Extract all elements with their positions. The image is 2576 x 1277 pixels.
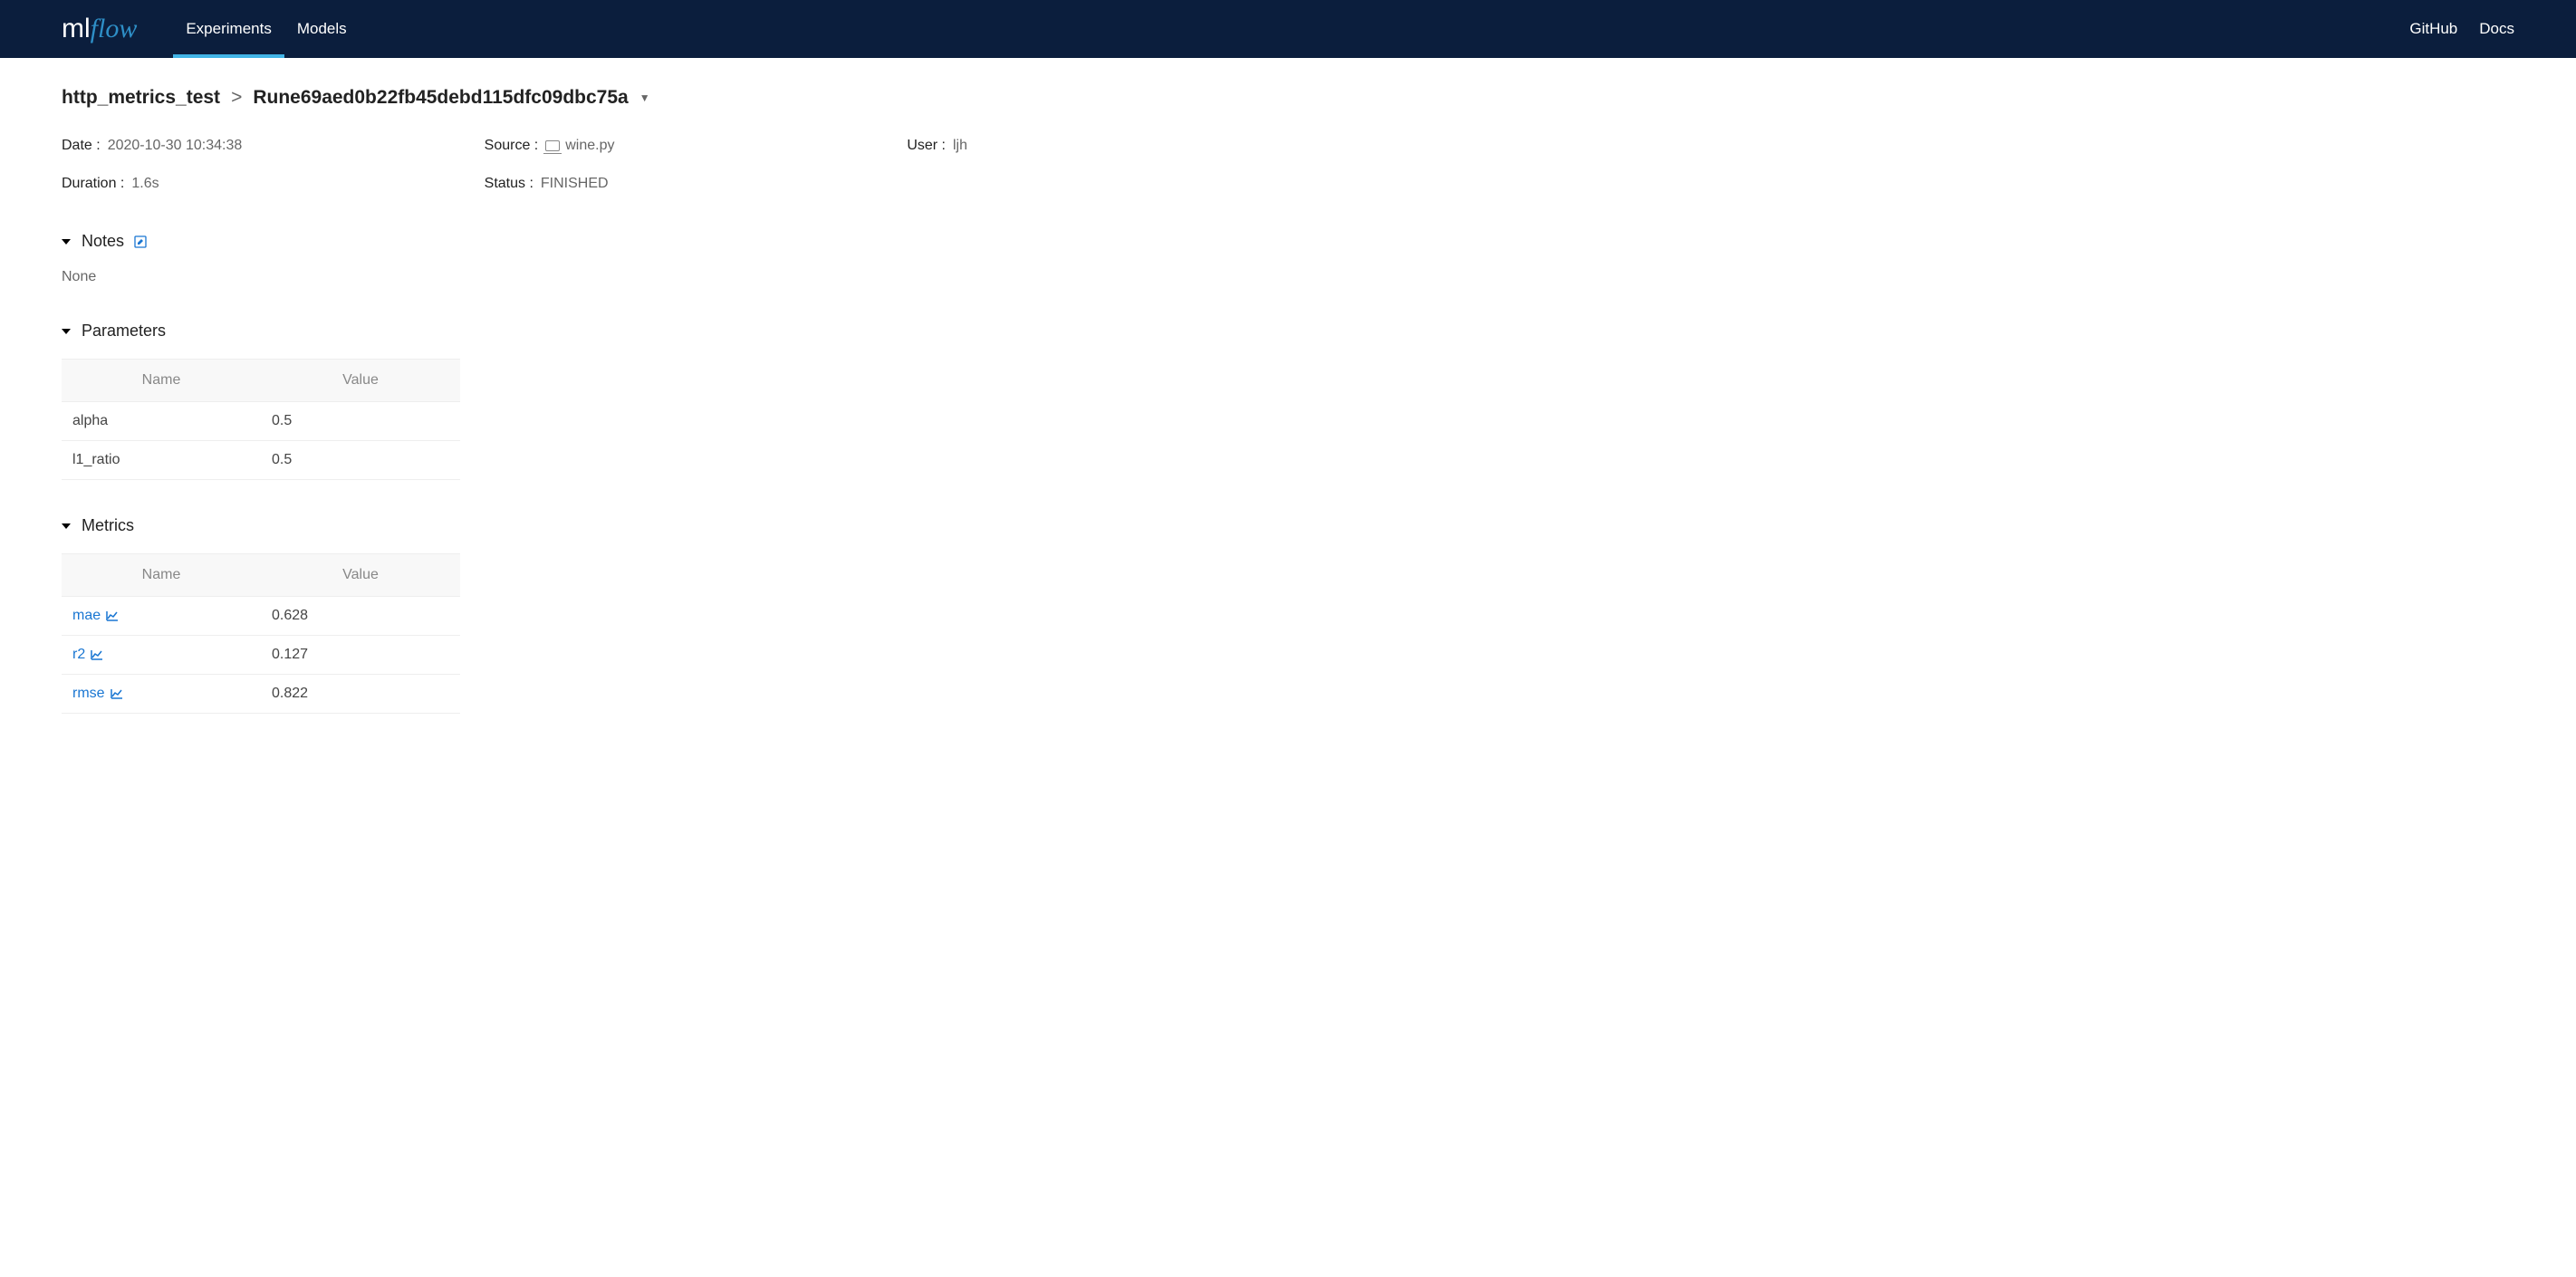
notes-content: None — [62, 269, 2514, 285]
logo-flow: flow — [91, 14, 138, 44]
meta-status-label: Status : — [485, 176, 533, 192]
nav-github[interactable]: GitHub — [2409, 20, 2457, 38]
meta-user-value: ljh — [953, 138, 967, 154]
meta-status: Status : FINISHED — [485, 176, 908, 192]
metric-link[interactable]: rmse — [72, 686, 123, 702]
metric-value: 0.127 — [261, 636, 460, 675]
metrics-value-header: Value — [261, 554, 460, 597]
metric-link[interactable]: mae — [72, 608, 119, 624]
notes-header[interactable]: Notes — [62, 232, 2514, 251]
meta-source-label: Source : — [485, 138, 539, 154]
meta-duration-label: Duration : — [62, 176, 124, 192]
caret-down-icon — [62, 239, 71, 245]
metrics-header[interactable]: Metrics — [62, 516, 2514, 535]
breadcrumb-experiment[interactable]: http_metrics_test — [62, 87, 220, 109]
meta-source: Source : wine.py — [485, 138, 908, 154]
metric-name: r2 — [72, 647, 85, 663]
params-value-header: Value — [261, 360, 460, 402]
parameters-title: Parameters — [82, 322, 166, 341]
meta-user: User : ljh — [907, 138, 1330, 154]
metric-name: rmse — [72, 686, 105, 702]
param-name: l1_ratio — [62, 441, 261, 480]
table-row: l1_ratio 0.5 — [62, 441, 460, 480]
meta-date: Date : 2020-10-30 10:34:38 — [62, 138, 485, 154]
breadcrumb-run-id: e69aed0b22fb45debd115dfc09dbc75a — [290, 87, 629, 109]
navbar-right: GitHub Docs — [2409, 20, 2514, 38]
metrics-table: Name Value mae — [62, 553, 460, 714]
navbar-left: mlflow Experiments Models — [62, 0, 360, 58]
meta-duration: Duration : 1.6s — [62, 176, 485, 192]
parameters-table: Name Value alpha 0.5 l1_ratio 0.5 — [62, 359, 460, 480]
navbar: mlflow Experiments Models GitHub Docs — [0, 0, 2576, 58]
laptop-icon — [545, 140, 560, 151]
param-value: 0.5 — [261, 402, 460, 441]
nav-models-label: Models — [297, 20, 347, 38]
parameters-header[interactable]: Parameters — [62, 322, 2514, 341]
table-row: rmse 0.822 — [62, 675, 460, 714]
metrics-section: Metrics Name Value mae — [62, 516, 2514, 714]
metric-name: mae — [72, 608, 101, 624]
meta-source-value[interactable]: wine.py — [565, 138, 614, 154]
notes-title: Notes — [82, 232, 124, 251]
table-row: r2 0.127 — [62, 636, 460, 675]
meta-grid: Date : 2020-10-30 10:34:38 Source : wine… — [62, 138, 1330, 192]
meta-duration-value: 1.6s — [131, 176, 159, 192]
nav-experiments[interactable]: Experiments — [173, 0, 284, 58]
meta-date-value: 2020-10-30 10:34:38 — [108, 138, 243, 154]
metrics-name-header: Name — [62, 554, 261, 597]
chart-icon — [106, 610, 119, 621]
chart-icon — [91, 649, 103, 660]
meta-user-label: User : — [907, 138, 946, 154]
param-name: alpha — [62, 402, 261, 441]
parameters-section: Parameters Name Value alpha 0.5 l1_ratio… — [62, 322, 2514, 480]
meta-date-label: Date : — [62, 138, 101, 154]
breadcrumb-run-prefix: Run — [253, 87, 290, 109]
metric-link[interactable]: r2 — [72, 647, 103, 663]
metric-value: 0.822 — [261, 675, 460, 714]
caret-down-icon — [62, 329, 71, 334]
table-row: alpha 0.5 — [62, 402, 460, 441]
caret-down-icon — [62, 523, 71, 529]
breadcrumb-separator: > — [231, 87, 242, 109]
table-row: mae 0.628 — [62, 597, 460, 636]
nav-experiments-label: Experiments — [186, 20, 271, 38]
nav-models[interactable]: Models — [284, 0, 360, 58]
content: http_metrics_test > Run e69aed0b22fb45de… — [0, 58, 2576, 779]
breadcrumb-dropdown-icon[interactable]: ▼ — [639, 91, 650, 104]
logo[interactable]: mlflow — [62, 14, 137, 44]
chart-icon — [111, 688, 123, 699]
param-value: 0.5 — [261, 441, 460, 480]
notes-section: Notes None — [62, 232, 2514, 285]
metric-value: 0.628 — [261, 597, 460, 636]
meta-status-value: FINISHED — [541, 176, 609, 192]
metrics-title: Metrics — [82, 516, 134, 535]
nav-docs[interactable]: Docs — [2479, 20, 2514, 38]
logo-ml: ml — [62, 14, 91, 44]
breadcrumb: http_metrics_test > Run e69aed0b22fb45de… — [62, 87, 2514, 109]
params-name-header: Name — [62, 360, 261, 402]
edit-icon[interactable] — [133, 235, 148, 249]
